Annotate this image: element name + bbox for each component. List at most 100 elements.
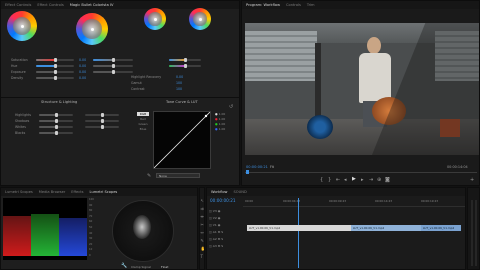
tab-sound[interactable]: SOUND: [234, 190, 247, 194]
mark-in-icon[interactable]: {: [320, 177, 323, 183]
slider-knob[interactable]: [112, 58, 115, 62]
razor-icon[interactable]: ✂: [201, 222, 204, 227]
tab-media-browser[interactable]: Media Browser: [39, 190, 66, 194]
step-back-icon[interactable]: ◂: [344, 177, 347, 183]
slider-knob[interactable]: [101, 119, 104, 123]
tab-lumetri-scopes-1[interactable]: Lumetri Scopes: [5, 190, 33, 194]
right-slider-1[interactable]: [169, 58, 201, 62]
go-to-out-icon[interactable]: ⇥: [369, 177, 373, 183]
eyedropper-icon[interactable]: ✎: [147, 173, 151, 179]
timeline-ruler[interactable]: 00:00 00:00:04:23 00:00:09:23 00:00:14:2…: [243, 198, 465, 207]
slider-knob[interactable]: [112, 70, 115, 74]
mark-out-icon[interactable]: }: [328, 177, 331, 183]
slider-knob[interactable]: [101, 113, 104, 117]
tab-program[interactable]: Program: Workflow: [246, 3, 280, 7]
saturation-slider[interactable]: [36, 58, 74, 62]
wheel-handle[interactable]: [90, 27, 94, 31]
density-slider[interactable]: [36, 76, 74, 80]
color-wheel-highlights-a[interactable]: [144, 8, 166, 30]
slider-knob[interactable]: [55, 119, 58, 123]
slip-icon[interactable]: ↔: [201, 230, 204, 235]
slider-value[interactable]: 0.00: [79, 64, 86, 68]
go-to-in-icon[interactable]: ⇤: [336, 177, 340, 183]
slider-value[interactable]: 100: [176, 81, 182, 85]
hue-slider[interactable]: [36, 64, 74, 68]
mute-icon[interactable]: M S: [217, 230, 223, 234]
step-forward-icon[interactable]: ▸: [361, 177, 364, 183]
shadows-slider[interactable]: [39, 119, 73, 123]
export-frame-icon[interactable]: ◙: [385, 177, 390, 183]
color-wheel-shadows[interactable]: [7, 11, 37, 41]
insert-icon[interactable]: ⊕: [377, 177, 381, 183]
slider-knob[interactable]: [54, 70, 57, 74]
pen-icon[interactable]: ✎: [201, 238, 204, 243]
tab-controls[interactable]: Controls: [286, 3, 301, 7]
slider-knob[interactable]: [54, 76, 57, 80]
eye-icon[interactable]: ◉: [217, 223, 221, 227]
tone-curve-graph[interactable]: [153, 111, 211, 169]
selection-tool-icon[interactable]: ↖: [201, 198, 204, 203]
slider-value[interactable]: 0.00: [176, 75, 183, 79]
slider-knob[interactable]: [184, 58, 187, 62]
tab-trim[interactable]: Trim: [307, 3, 315, 7]
wrench-icon[interactable]: 🔧: [121, 263, 127, 269]
video-clip-2[interactable]: LUT_v1.00.06_V1.mp4: [351, 225, 421, 231]
zoom-select[interactable]: Fit: [270, 165, 274, 169]
playhead-bar[interactable]: [245, 172, 477, 173]
playhead-marker[interactable]: [246, 170, 249, 174]
mid-slider-2[interactable]: [93, 64, 133, 68]
exposure-slider[interactable]: [36, 70, 74, 74]
type-icon[interactable]: T: [201, 254, 203, 259]
slider-knob[interactable]: [55, 131, 58, 135]
slider-value[interactable]: 0.00: [79, 58, 86, 62]
color-wheel-midtones[interactable]: [76, 13, 108, 45]
slider-knob[interactable]: [55, 125, 58, 129]
mid-slider-3[interactable]: [93, 70, 133, 74]
video-clip-3[interactable]: LUT_v1.00.06_V1.mp4: [421, 225, 461, 231]
reset-icon[interactable]: ↺: [229, 104, 233, 110]
slider-knob[interactable]: [101, 125, 104, 129]
lut-select[interactable]: None: [156, 173, 200, 178]
video-clip-1[interactable]: LUT_v1.00.06_V1.mp4: [247, 225, 351, 231]
mute-icon[interactable]: M S: [217, 244, 223, 248]
structure-slider-right-1[interactable]: [85, 113, 119, 117]
video-frame[interactable]: [245, 23, 479, 155]
tab-effect-controls-1[interactable]: Effect Controls: [5, 3, 31, 7]
play-icon[interactable]: ▶: [352, 176, 356, 182]
tab-colorista[interactable]: Magic Bullet Colorista IV: [70, 3, 114, 7]
curve-channel-red[interactable]: Red: [137, 117, 149, 121]
curve-channel-rgb[interactable]: RGB: [137, 112, 149, 116]
tab-workflow[interactable]: Workflow: [211, 190, 228, 194]
curve-channel-green[interactable]: Green: [137, 122, 149, 126]
program-timecode[interactable]: 00:00:00:21: [246, 165, 268, 169]
slider-knob[interactable]: [184, 64, 187, 68]
timeline-timecode[interactable]: 00:00:00:21: [210, 198, 236, 203]
mid-slider-1[interactable]: [93, 58, 133, 62]
float-select[interactable]: Float: [161, 265, 168, 269]
eye-icon[interactable]: ◉: [217, 216, 221, 220]
slider-knob[interactable]: [55, 113, 58, 117]
tab-effect-controls-2[interactable]: Effect Controls: [37, 3, 63, 7]
slider-knob[interactable]: [112, 64, 115, 68]
wheel-handle[interactable]: [20, 24, 24, 28]
slider-knob[interactable]: [54, 64, 57, 68]
wheel-handle[interactable]: [198, 17, 202, 21]
slider-value[interactable]: 0.00: [79, 70, 86, 74]
slider-value[interactable]: 0.00: [79, 76, 86, 80]
hand-icon[interactable]: ✋: [201, 246, 205, 251]
structure-slider-right-3[interactable]: [85, 125, 119, 129]
structure-slider-right-2[interactable]: [85, 119, 119, 123]
mute-icon[interactable]: M S: [217, 237, 223, 241]
right-slider-2[interactable]: [169, 64, 201, 68]
color-wheel-highlights-b[interactable]: [189, 8, 211, 30]
timeline-playhead[interactable]: [298, 198, 299, 268]
blacks-slider[interactable]: [39, 131, 73, 135]
ripple-edit-icon[interactable]: ⇹: [201, 214, 204, 219]
wheel-handle[interactable]: [153, 17, 157, 21]
slider-value[interactable]: 100: [176, 87, 182, 91]
tab-effects[interactable]: Effects: [71, 190, 83, 194]
eye-icon[interactable]: ◉: [217, 209, 221, 213]
curve-channel-blue[interactable]: Blue: [137, 127, 149, 131]
button-editor-icon[interactable]: +: [470, 177, 474, 183]
tab-lumetri-scopes-2[interactable]: Lumetri Scopes: [90, 190, 118, 194]
